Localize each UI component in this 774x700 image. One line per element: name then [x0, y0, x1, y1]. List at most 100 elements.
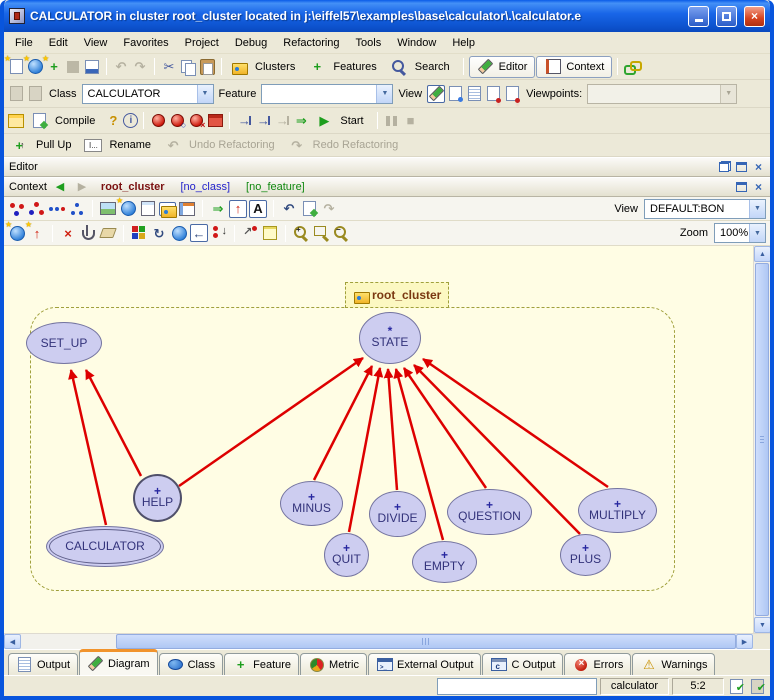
class-view-icon[interactable] [178, 200, 196, 218]
start-button[interactable]: ▶ Start [311, 111, 371, 131]
class-node-multiply[interactable]: + MULTIPLY [578, 488, 657, 533]
run-to-cursor-icon[interactable]: ⇒ [292, 112, 310, 130]
feature-combobox[interactable]: ▼ [261, 84, 393, 104]
tab-metric[interactable]: Metric [300, 653, 367, 675]
scroll-right-button[interactable]: ▶ [736, 634, 753, 649]
cut-icon[interactable]: ✂ [160, 58, 178, 76]
class-node-calculator[interactable]: CALCULATOR [46, 526, 164, 567]
status-input[interactable] [437, 678, 597, 695]
tab-warnings[interactable]: ⚠ Warnings [632, 653, 715, 675]
step-into-icon[interactable]: → [254, 112, 272, 130]
class-node-state[interactable]: * STATE [359, 312, 421, 364]
scroll-up-button[interactable]: ▲ [754, 246, 771, 262]
editor-toggle-button[interactable]: Editor [469, 56, 536, 78]
paste-icon[interactable] [198, 58, 216, 76]
scroll-down-button[interactable]: ▼ [754, 617, 771, 633]
maximize-button[interactable] [716, 6, 737, 27]
tab-errors[interactable]: Errors [564, 653, 631, 675]
class-node-empty[interactable]: + EMPTY [412, 541, 477, 583]
new-cluster-tool-icon[interactable] [8, 224, 26, 242]
link-divide-state[interactable] [388, 369, 397, 490]
diagram-history-icon[interactable] [300, 200, 318, 218]
feature-combobox-arrow[interactable]: ▼ [376, 85, 392, 103]
diagram-canvas[interactable]: root_cluster [4, 246, 753, 633]
zoom-fit-icon[interactable] [312, 224, 330, 242]
link-tool-icon[interactable] [623, 58, 641, 76]
menu-file[interactable]: File [7, 34, 41, 52]
horizontal-scroll-track[interactable] [21, 634, 736, 649]
link-question-state[interactable] [404, 368, 486, 488]
class-node-help[interactable]: + HELP [133, 474, 182, 522]
vertical-scroll-thumb[interactable] [755, 263, 769, 616]
link-help-setup[interactable] [86, 370, 141, 476]
zoom-combobox[interactable]: 100% ▼ [714, 223, 766, 243]
cluster-tag[interactable]: root_cluster [345, 282, 449, 308]
zoom-in-icon[interactable]: + [292, 224, 310, 242]
zoom-out-icon[interactable]: − [332, 224, 350, 242]
tree-layout-icon[interactable] [28, 200, 46, 218]
diagram-view-arrow[interactable]: ▼ [749, 200, 765, 218]
project-settings-icon[interactable] [7, 112, 25, 130]
back-link-icon[interactable]: ← [190, 224, 208, 242]
link-anchor-icon[interactable] [241, 224, 259, 242]
contract-view-icon[interactable] [484, 85, 502, 103]
pull-up-button[interactable]: +↑ Pull Up [7, 135, 79, 155]
menu-refactoring[interactable]: Refactoring [275, 34, 347, 52]
color-settings-icon[interactable] [130, 224, 148, 242]
remove-breakpoints-icon[interactable]: × [187, 112, 205, 130]
diagram-view-combobox[interactable]: DEFAULT:BON ▼ [644, 199, 766, 219]
class-node-plus[interactable]: + PLUS [560, 534, 611, 576]
context-cluster-crumb[interactable]: root_cluster [95, 181, 171, 193]
export-image-icon[interactable] [99, 200, 117, 218]
new-inheritance-tool-icon[interactable]: ↑ [28, 224, 46, 242]
labels-tool-icon[interactable]: A [249, 200, 267, 218]
menu-edit[interactable]: Edit [41, 34, 76, 52]
link-calculator-setup[interactable] [71, 370, 106, 525]
tab-external-output[interactable]: External Output [368, 653, 481, 675]
flat-view-icon[interactable] [465, 85, 483, 103]
step-over-icon[interactable]: → [235, 112, 253, 130]
client-links-icon[interactable]: ⇒ [209, 200, 227, 218]
context-toggle-button[interactable]: Context [536, 56, 612, 78]
minimize-button[interactable] [688, 6, 709, 27]
menu-view[interactable]: View [76, 34, 116, 52]
rename-button[interactable]: I... Rename [80, 138, 159, 153]
features-button[interactable]: + Features [304, 57, 384, 77]
interface-view-icon[interactable] [503, 85, 521, 103]
notes-tool-icon[interactable] [261, 224, 279, 242]
force-layout-icon[interactable] [8, 200, 26, 218]
class-node-question[interactable]: + QUESTION [447, 489, 532, 535]
copy-icon[interactable] [179, 58, 197, 76]
editor-close-icon[interactable]: × [752, 160, 765, 174]
context-maximize-icon[interactable] [735, 181, 748, 193]
tab-output[interactable]: Output [8, 653, 78, 675]
zoom-combobox-arrow[interactable]: ▼ [749, 224, 765, 242]
debug-window-icon[interactable] [206, 112, 224, 130]
menu-debug[interactable]: Debug [227, 34, 275, 52]
menu-window[interactable]: Window [389, 34, 444, 52]
cluster-view-icon[interactable] [159, 202, 176, 216]
menu-project[interactable]: Project [177, 34, 227, 52]
scroll-left-button[interactable]: ◀ [4, 634, 21, 649]
class-combobox[interactable]: CALCULATOR ▼ [82, 84, 214, 104]
clusters-button[interactable]: Clusters [227, 59, 303, 75]
save-icon[interactable] [83, 58, 101, 76]
new-feature-icon[interactable]: + [45, 58, 63, 76]
class-combobox-arrow[interactable]: ▼ [197, 85, 213, 103]
search-button[interactable]: Search [386, 57, 458, 77]
delete-tool-icon[interactable]: × [59, 224, 77, 242]
close-button[interactable]: × [744, 6, 765, 27]
class-node-divide[interactable]: + DIVIDE [369, 491, 426, 537]
editor-maximize-icon[interactable] [735, 161, 748, 173]
compile-button[interactable]: Compile [26, 111, 103, 131]
info-icon[interactable]: i [123, 113, 138, 128]
enable-breakpoints-icon[interactable] [149, 112, 167, 130]
disable-breakpoints-icon[interactable]: ○ [168, 112, 186, 130]
help-bubble-icon[interactable]: ? [104, 112, 122, 130]
context-back-icon[interactable]: ◀ [51, 178, 69, 196]
diagram-undo-icon[interactable]: ↶ [280, 200, 298, 218]
uml-view-icon[interactable] [139, 200, 157, 218]
horizontal-scrollbar[interactable]: ◀ ▶ [4, 633, 770, 649]
tab-c-output[interactable]: C Output [482, 653, 563, 675]
editor-restore-icon[interactable] [718, 161, 731, 173]
